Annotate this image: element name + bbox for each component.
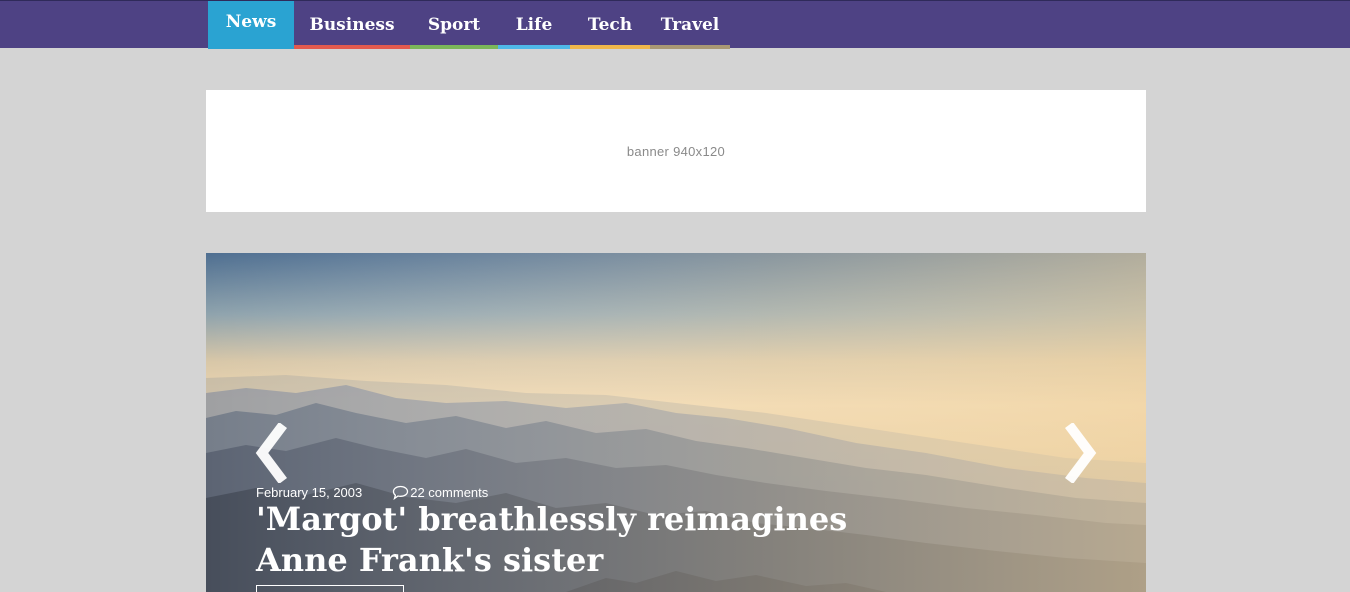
nav-color-bar (570, 45, 650, 49)
nav-color-bar (498, 45, 570, 49)
slider-prev-button[interactable] (250, 422, 290, 484)
article-date: February 15, 2003 (256, 485, 363, 500)
top-navigation-bar: News Business Sport Life Tech Travel (0, 0, 1350, 49)
nav-color-bar (294, 45, 410, 49)
main-nav: News Business Sport Life Tech Travel (208, 1, 730, 49)
slider-next-button[interactable] (1062, 422, 1102, 484)
read-more-button[interactable] (256, 585, 404, 592)
speech-bubble-icon (393, 485, 409, 500)
nav-item-label: Life (515, 15, 553, 35)
chevron-left-icon (255, 422, 287, 484)
nav-color-bar (650, 45, 730, 49)
nav-item-sport[interactable]: Sport (410, 1, 498, 49)
ad-banner[interactable]: banner 940x120 (206, 90, 1146, 212)
nav-item-life[interactable]: Life (498, 1, 570, 49)
featured-slider: February 15, 2003 22 comments 'Margot' b… (206, 253, 1146, 592)
nav-item-tech[interactable]: Tech (570, 1, 650, 49)
nav-item-label: Travel (660, 15, 720, 35)
nav-item-label: Sport (427, 15, 481, 35)
nav-item-business[interactable]: Business (294, 1, 410, 49)
nav-item-label: Business (309, 15, 395, 35)
banner-placeholder-text: banner 940x120 (626, 143, 726, 159)
article-headline[interactable]: 'Margot' breathlessly reimagines Anne Fr… (256, 499, 856, 581)
nav-item-travel[interactable]: Travel (650, 1, 730, 49)
article-meta: February 15, 2003 22 comments (256, 485, 488, 500)
nav-item-label: News (225, 12, 277, 32)
chevron-right-icon (1065, 422, 1097, 484)
comments-count: 22 comments (410, 485, 489, 500)
nav-color-bar (410, 45, 498, 49)
nav-item-label: Tech (587, 15, 633, 35)
nav-item-news[interactable]: News (208, 1, 294, 49)
comments-link[interactable]: 22 comments (392, 485, 488, 500)
